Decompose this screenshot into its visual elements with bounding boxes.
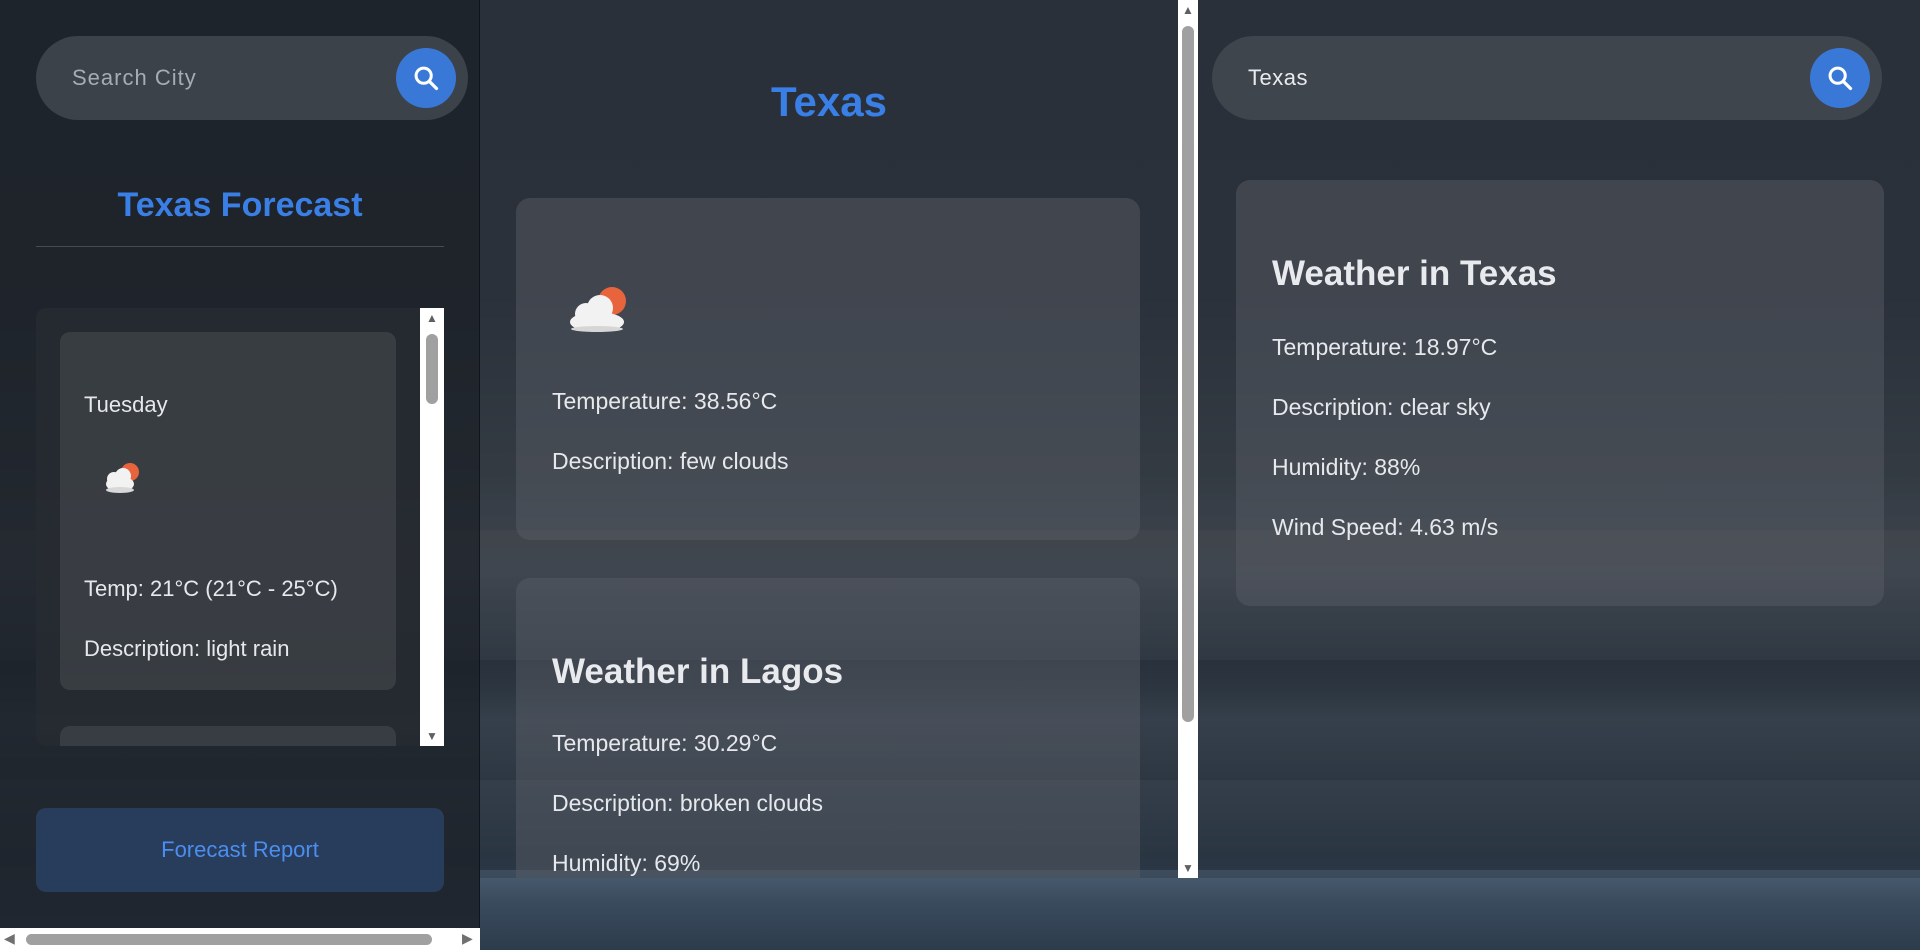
search-result-pane: Texas Weather in Texas Temperature: 18.9… — [1198, 0, 1920, 878]
sidebar-search-bar: Search City — [36, 36, 468, 120]
city-search-bar: Texas — [1212, 36, 1882, 120]
forecast-title: Texas Forecast — [117, 186, 363, 224]
scrollbar-thumb[interactable] — [426, 334, 438, 404]
scroll-up-arrow-icon[interactable]: ▲ — [1178, 2, 1198, 18]
current-description: Description: few clouds — [552, 448, 789, 474]
partly-cloudy-icon — [566, 286, 632, 339]
texas-weather-heading: Weather in Texas — [1272, 254, 1557, 293]
sidebar-search-button[interactable] — [396, 48, 456, 108]
city-weather-card: Weather in Lagos Temperature: 30.29°C De… — [516, 578, 1140, 878]
forecast-temp: Temp: 21°C (21°C - 25°C) — [84, 576, 338, 601]
texas-wind-speed: Wind Speed: 4.63 m/s — [1272, 514, 1499, 540]
city-description: Description: broken clouds — [552, 790, 824, 816]
forecast-report-button[interactable]: Forecast Report — [36, 808, 444, 892]
forecast-list-scrollbar[interactable]: ▲ ▼ — [420, 308, 444, 746]
scroll-down-arrow-icon[interactable]: ▼ — [1178, 860, 1198, 876]
texas-humidity: Humidity: 88% — [1272, 454, 1421, 480]
city-temperature: Temperature: 30.29°C — [552, 730, 778, 756]
forecast-description: Description: light rain — [84, 636, 290, 661]
forecast-list[interactable]: Tuesday Temp: 21°C (21°C - 25°C) Descrip… — [36, 308, 444, 746]
city-title: Texas — [771, 78, 887, 125]
current-temperature: Temperature: 38.56°C — [552, 388, 778, 414]
horizontal-scrollbar[interactable]: ◀ ▶ — [0, 928, 480, 950]
search-icon — [414, 66, 439, 91]
scroll-left-arrow-icon[interactable]: ◀ — [4, 930, 15, 947]
scroll-up-arrow-icon[interactable]: ▲ — [420, 310, 444, 326]
texas-temperature: Temperature: 18.97°C — [1272, 334, 1498, 360]
texas-description: Description: clear sky — [1272, 394, 1491, 420]
forecast-sidebar: Search City Texas Forecast Tuesday Temp:… — [0, 0, 480, 950]
sidebar-search-input[interactable]: Search City — [36, 65, 396, 91]
forecast-day: Tuesday — [84, 392, 168, 417]
scrollbar-thumb[interactable] — [26, 934, 432, 945]
center-pane-scrollbar[interactable]: ▲ ▼ — [1178, 0, 1198, 878]
scroll-down-arrow-icon[interactable]: ▼ — [420, 728, 444, 744]
texas-weather-card: Weather in Texas Temperature: 18.97°C De… — [1236, 180, 1884, 606]
forecast-card: Tuesday Temp: 21°C (21°C - 25°C) Descrip… — [60, 332, 396, 690]
search-icon — [1828, 66, 1853, 91]
partly-cloudy-icon — [100, 460, 144, 501]
divider — [36, 246, 444, 247]
forecast-card — [60, 726, 396, 746]
current-weather-pane: Texas Temperature: 38.56°C Description: … — [480, 0, 1178, 878]
city-weather-heading: Weather in Lagos — [552, 652, 844, 691]
current-weather-card: Temperature: 38.56°C Description: few cl… — [516, 198, 1140, 540]
city-search-input[interactable]: Texas — [1212, 65, 1810, 91]
scroll-right-arrow-icon[interactable]: ▶ — [462, 930, 473, 947]
scrollbar-thumb[interactable] — [1182, 26, 1194, 722]
city-humidity: Humidity: 69% — [552, 850, 701, 876]
city-search-button[interactable] — [1810, 48, 1870, 108]
